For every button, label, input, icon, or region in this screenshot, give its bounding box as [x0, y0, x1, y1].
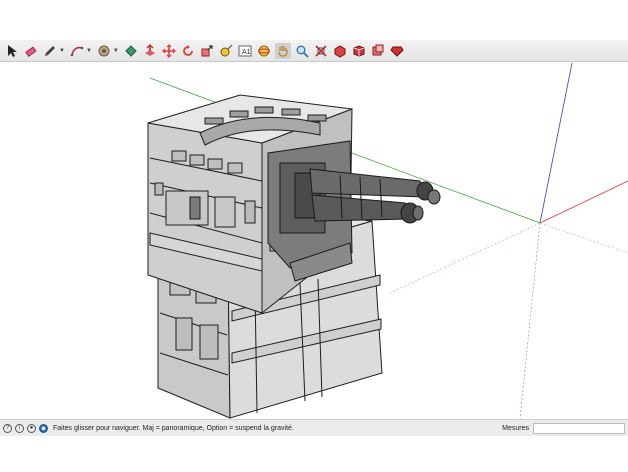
warehouse-tool-icon[interactable]: [332, 43, 348, 59]
red-axis-dashed: [389, 222, 541, 294]
layout-tool-icon[interactable]: [370, 43, 386, 59]
geolocation-icon[interactable]: ◉: [39, 423, 48, 433]
pan-tool-icon[interactable]: [274, 42, 291, 59]
shape-dropdown-icon[interactable]: ▼: [113, 48, 119, 54]
select-tool-icon[interactable]: [4, 43, 20, 59]
text-tool-icon[interactable]: A1: [237, 43, 253, 59]
eraser-tool-icon[interactable]: [23, 43, 39, 59]
toolbar: ▼ ▼ ▼ A1: [0, 40, 628, 62]
extension-warehouse-tool-icon[interactable]: [351, 43, 367, 59]
measurements-field[interactable]: [533, 422, 625, 434]
arc-dropdown-icon[interactable]: ▼: [86, 48, 92, 54]
help-icon[interactable]: ?: [3, 423, 12, 433]
status-help-text: Faites glisser pour naviguer. Maj = pano…: [53, 424, 294, 432]
model-viewport[interactable]: [0, 63, 628, 419]
shape-tool-icon[interactable]: [96, 43, 112, 59]
credits-icon[interactable]: i: [15, 423, 24, 433]
pencil-dropdown-icon[interactable]: ▼: [59, 48, 65, 54]
rotate-tool-icon[interactable]: [180, 43, 196, 59]
arc-tool-icon[interactable]: [69, 43, 85, 59]
tape-measure-tool-icon[interactable]: [218, 43, 234, 59]
push-pull-tool-icon[interactable]: [142, 43, 158, 59]
zoom-tool-icon[interactable]: [294, 43, 310, 59]
model-canvas[interactable]: [0, 63, 628, 419]
zoom-extents-tool-icon[interactable]: [313, 43, 329, 59]
orbit-tool-icon[interactable]: [256, 43, 272, 59]
scale-tool-icon[interactable]: [199, 43, 215, 59]
ruby-tool-icon[interactable]: [389, 43, 405, 59]
measurements-label: Mesures: [502, 424, 529, 432]
red-axis: [539, 180, 628, 224]
blue-axis: [539, 63, 573, 224]
blue-axis-dashed: [519, 222, 541, 419]
svg-text:A1: A1: [242, 49, 251, 56]
move-tool-icon[interactable]: [161, 43, 177, 59]
sketchup-window: ▼ ▼ ▼ A1 ? i ● ◉ Faites glisser pour nav…: [0, 40, 628, 436]
status-bar: ? i ● ◉ Faites glisser pour naviguer. Ma…: [0, 419, 628, 436]
pencil-tool-icon[interactable]: [42, 43, 58, 59]
paint-bucket-tool-icon[interactable]: [123, 43, 139, 59]
green-axis-dashed: [539, 222, 628, 254]
user-icon[interactable]: ●: [27, 423, 36, 433]
